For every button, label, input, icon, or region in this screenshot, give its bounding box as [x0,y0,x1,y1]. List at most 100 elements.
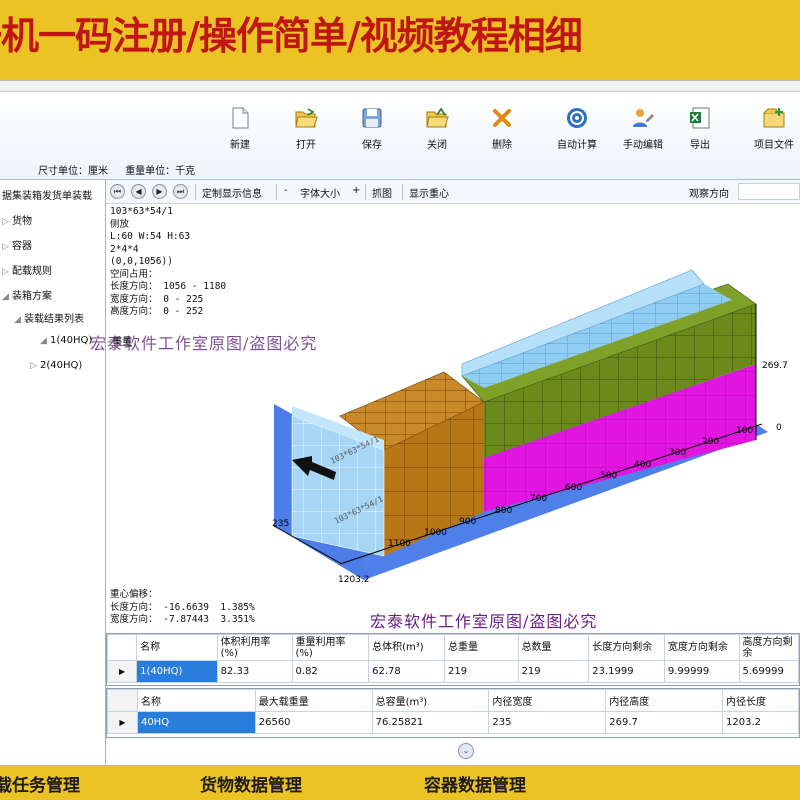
custom-display-button[interactable]: 定制显示信息 [202,185,262,200]
column-header[interactable]: 长度方向剩余 [588,634,665,661]
length-tick: 1000 [424,528,447,538]
table-cell[interactable]: 76.25821 [371,711,490,734]
table-cell[interactable]: 5.69999 [738,660,799,683]
table-cell[interactable]: 62.78 [368,660,446,683]
length-tick: 500 [600,471,617,481]
project-file-button[interactable]: 项目文件 [743,106,800,151]
delete-button[interactable]: 删除 [471,106,533,151]
table-row[interactable]: ▶ 40HQ 26560 76.25821 235 269.7 1203.2 [107,711,799,734]
export-button[interactable]: 导出 [669,106,731,151]
close-button[interactable]: 关闭 [406,106,468,151]
container-3d-scene[interactable]: 103*63*54/1 103*63*54/1 269.7 0 235 1203… [106,204,800,584]
project-tree: 据集装箱发货单装载 ▷ 货物 ▷ 容器 ▷ 配载规则 ◢ 装箱方案 ◢ 装载结果列表 ◢ 1… [0,180,106,765]
3d-viewer: ⏮ ◀ ▶ ⏭ 定制显示信息 - 字体大小 + 抓图 显示重心 观察方向 103… [90,180,800,633]
tree-item-packing-plan[interactable]: ◢ 装箱方案 [2,287,52,302]
column-header[interactable]: 重量利用率 (%) [291,634,370,661]
close-folder-icon [426,107,449,128]
column-header[interactable]: 内径长度 [722,689,799,712]
tab-loading-tasks[interactable]: 装载任务管理 [0,771,80,796]
tree-title: 据集装箱发货单装载 [2,191,92,202]
manual-edit-button-label: 手动编辑 [623,140,663,151]
column-header[interactable]: 宽度方向剩余 [663,634,740,661]
tree-expand-icon[interactable]: ◢ [14,315,24,325]
table-cell[interactable]: 9.99999 [663,660,740,683]
toolbar-divider [195,184,196,200]
next-button[interactable]: ▶ [152,184,167,199]
last-page-button[interactable]: ⏭ [173,184,188,199]
row-header-cell [107,689,138,712]
column-header[interactable]: 名称 [136,634,218,661]
column-header[interactable]: 最大载重量 [254,689,373,712]
manual-edit-button[interactable]: 手动编辑 [612,106,674,151]
column-header[interactable]: 总容量(m³) [371,689,490,712]
table-cell[interactable]: 40HQ [136,711,256,734]
watermark-text: 宏泰软件工作室原图/盗图必究 [370,612,598,631]
new-button[interactable]: 新建 [209,106,271,151]
column-header[interactable]: 内径高度 [605,689,724,712]
table-cell[interactable]: 82.33 [216,660,293,683]
length-tick: 800 [495,506,512,516]
table-cell[interactable]: 0.82 [291,660,370,683]
tree-item-container[interactable]: ▷ 容器 [2,237,32,252]
expand-panel-button[interactable]: ⌄ [458,743,474,759]
table-cell[interactable]: 26560 [254,711,373,734]
table-cell[interactable]: 23.1999 [588,660,665,683]
column-header[interactable]: 总数量 [517,634,590,661]
tree-expand-icon[interactable]: ▷ [2,217,12,227]
save-button[interactable]: 保存 [341,106,403,151]
tree-expand-icon[interactable]: ▷ [2,267,12,277]
column-header[interactable]: 总重量 [444,634,519,661]
tree-item-label: 装箱方案 [12,291,52,302]
row-header-cell [106,634,138,661]
row-pointer-icon: ▶ [106,660,138,683]
tree-item-result-list[interactable]: ◢ 装载结果列表 [14,310,84,325]
table-cell[interactable]: 269.7 [605,711,724,734]
open-button-label: 打开 [296,140,316,151]
auto-calc-button-label: 自动计算 [557,140,597,151]
delete-x-icon [493,109,511,127]
height-axis-min: 0 [776,423,782,433]
container-table: 名称 最大载重量 总容量(m³) 内径宽度 内径高度 内径长度 ▶ 40HQ 2… [107,689,799,734]
tab-cargo-data[interactable]: 货物数据管理 [200,771,302,796]
view-direction-select[interactable] [738,183,800,200]
font-increase-button[interactable]: + [352,185,360,196]
first-page-button[interactable]: ⏮ [110,184,125,199]
column-header[interactable]: 名称 [136,689,256,712]
excel-export-icon [690,107,710,129]
tree-item-cargo[interactable]: ▷ 货物 [2,212,32,227]
open-button[interactable]: 打开 [275,106,337,151]
promo-banner: 一机一码注册/操作简单/视频教程相细 [0,0,800,80]
capture-button[interactable]: 抓图 [372,185,392,200]
table-cell[interactable]: 235 [488,711,607,734]
column-header[interactable]: 高度方向剩余 [738,634,799,661]
table-header-row: 名称 体积利用率 (%) 重量利用率 (%) 总体积(m³) 总重量 总数量 长… [106,634,799,661]
show-gravity-button[interactable]: 显示重心 [409,185,449,200]
tree-expand-icon[interactable]: ▷ [2,242,12,252]
length-tick: 300 [669,448,686,458]
table-cell[interactable]: 219 [444,660,519,683]
auto-calc-button[interactable]: 自动计算 [546,106,608,151]
tree-item-result-2[interactable]: ▷ 2(40HQ) [30,360,82,371]
column-header[interactable]: 体积利用率 (%) [216,634,293,661]
result-table: 名称 体积利用率 (%) 重量利用率 (%) 总体积(m³) 总重量 总数量 长… [106,634,799,683]
layer-label: 重量 [112,337,132,348]
height-axis-max: 269.7 [762,361,788,371]
table-cell[interactable]: 1203.2 [722,711,799,734]
length-tick: 700 [530,494,547,504]
column-header[interactable]: 总体积(m³) [368,634,446,661]
column-header[interactable]: 内径宽度 [488,689,607,712]
promo-banner-text: 一机一码注册/操作简单/视频教程相细 [0,14,583,58]
prev-button[interactable]: ◀ [131,184,146,199]
table-cell[interactable]: 219 [517,660,590,683]
tree-item-result-1[interactable]: ◢ 1(40HQ) [40,335,92,346]
tab-container-data[interactable]: 容器数据管理 [424,771,526,796]
width-axis-label: 235 [272,519,289,529]
tree-item-loading-rules[interactable]: ▷ 配载规则 [2,262,52,277]
font-decrease-button[interactable]: - [284,185,288,196]
tree-expand-icon[interactable]: ▷ [30,361,40,371]
project-file-icon [763,108,785,128]
table-row[interactable]: ▶ 1(40HQ) 82.33 0.82 62.78 219 219 23.19… [106,660,799,683]
tree-expand-icon[interactable]: ◢ [2,292,12,302]
table-cell[interactable]: 1(40HQ) [136,660,218,683]
tree-expand-icon[interactable]: ◢ [40,336,50,346]
